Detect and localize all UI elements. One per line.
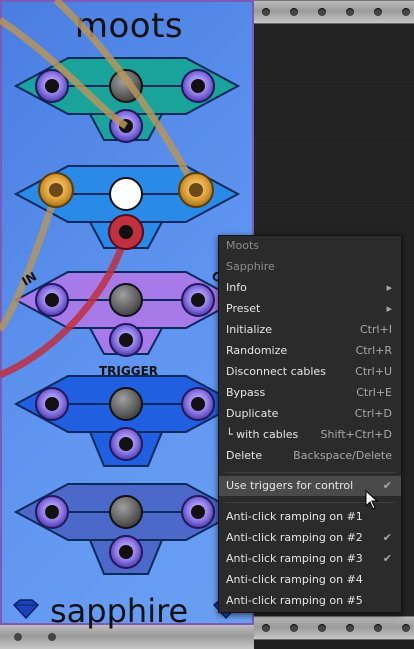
menu-item-disconnect-cables[interactable]: Disconnect cables Ctrl+U: [219, 362, 401, 382]
menu-item-anti-click-5[interactable]: Anti-click ramping on #5: [219, 591, 401, 611]
menu-item-preset[interactable]: Preset ▸: [219, 299, 401, 319]
menu-item-randomize[interactable]: Randomize Ctrl+R: [219, 341, 401, 361]
menu-item-delete[interactable]: Delete Backspace/Delete: [219, 446, 401, 466]
chevron-right-icon: ▸: [386, 281, 392, 294]
menu-header-plugin: Sapphire: [226, 260, 275, 273]
rack-rail-bottom: [254, 616, 414, 640]
context-menu[interactable]: Moots Sapphire Info ▸ Preset ▸ Initialize C…: [218, 235, 402, 613]
menu-separator: [225, 472, 395, 473]
menu-item-anti-click-2[interactable]: Anti-click ramping on #2 ✔: [219, 528, 401, 548]
menu-item-info[interactable]: Info ▸: [219, 278, 401, 298]
checkmark-icon: ✔: [382, 479, 392, 492]
checkmark-icon: ✔: [382, 531, 392, 544]
menu-item-initialize[interactable]: Initialize Ctrl+I: [219, 320, 401, 340]
checkmark-icon: ✔: [382, 552, 392, 565]
gate-button-4: [109, 387, 143, 421]
channel-5: [13, 483, 241, 575]
label-trigger: TRIGGER: [99, 364, 159, 378]
channel-1: [13, 57, 241, 143]
gem-icon-left: [12, 599, 40, 620]
module-panel-graphics: [0, 0, 241, 620]
menu-item-anti-click-4[interactable]: Anti-click ramping on #4: [219, 570, 401, 590]
menu-item-duplicate-with-cables[interactable]: └ with cables Shift+Ctrl+D: [219, 425, 401, 445]
menu-header-module: Moots: [226, 239, 259, 252]
channel-4: [13, 375, 241, 467]
menu-item-anti-click-1[interactable]: Anti-click ramping on #1: [219, 507, 401, 527]
mouse-cursor-icon: [365, 490, 379, 510]
menu-item-anti-click-3[interactable]: Anti-click ramping on #3 ✔: [219, 549, 401, 569]
chevron-right-icon: ▸: [386, 302, 392, 315]
gate-button-5: [109, 495, 143, 529]
menu-item-duplicate[interactable]: Duplicate Ctrl+D: [219, 404, 401, 424]
menu-item-bypass[interactable]: Bypass Ctrl+E: [219, 383, 401, 403]
gate-button-2-lit: [109, 177, 143, 211]
gate-button-3: [109, 283, 143, 317]
rack-rail-top: [254, 0, 414, 24]
